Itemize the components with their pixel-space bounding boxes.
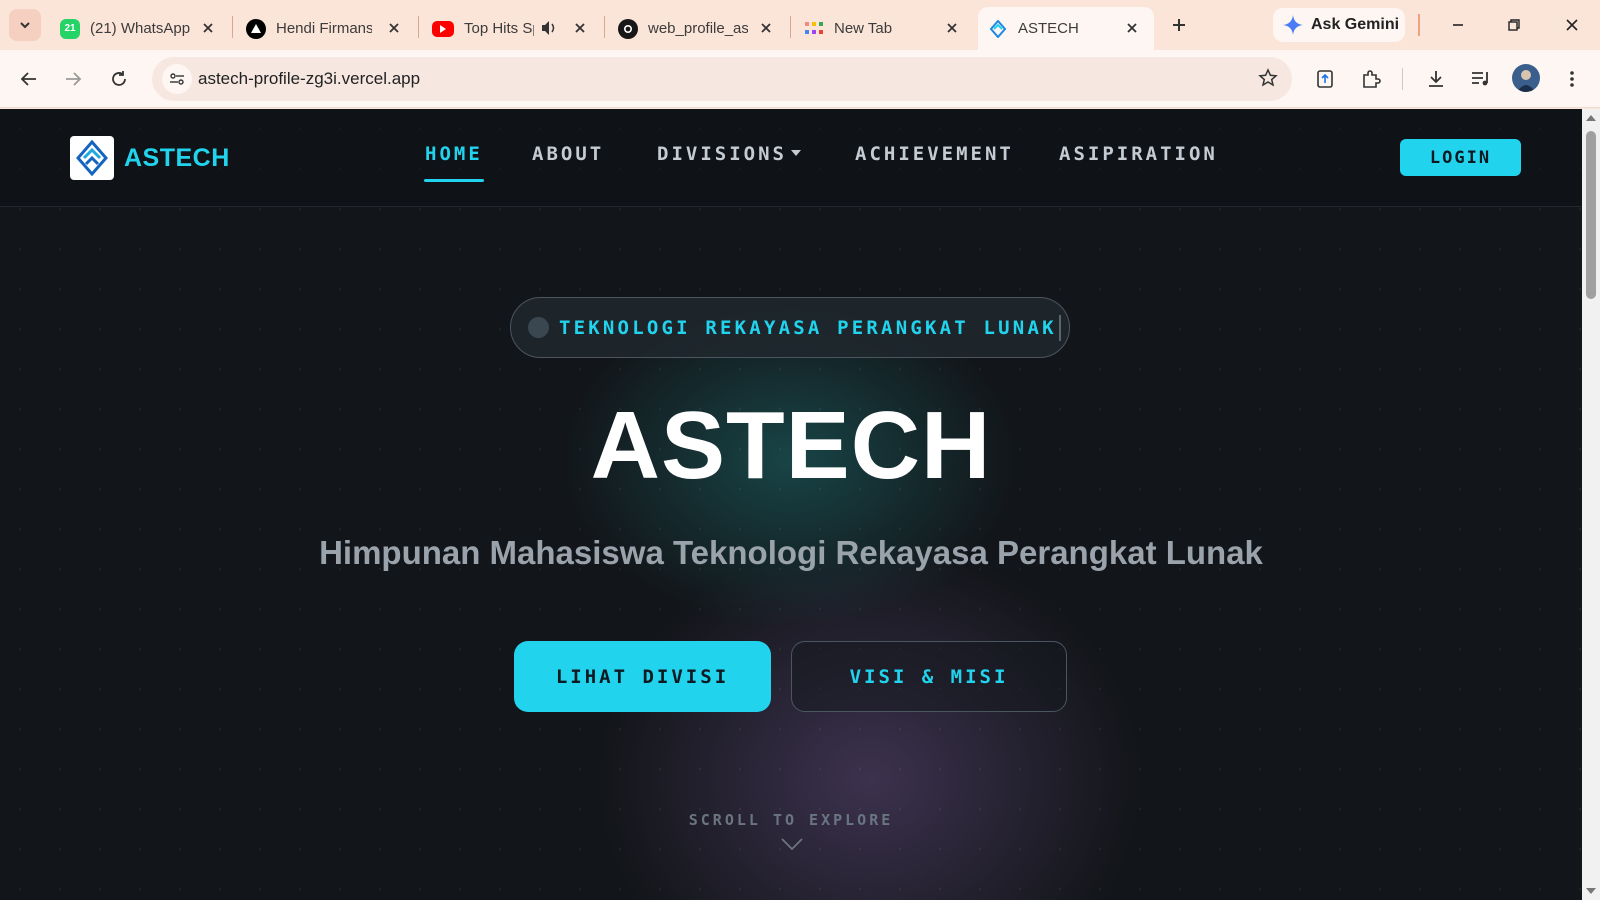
tab-share-button[interactable] [1309, 63, 1341, 95]
tab-title: Top Hits Spotify [464, 20, 534, 37]
url-text[interactable]: astech-profile-zg3i.vercel.app [198, 69, 420, 89]
more-vert-icon [1570, 71, 1574, 87]
puzzle-icon [1363, 70, 1381, 88]
browser-menu-button[interactable] [1556, 63, 1588, 95]
tab-new-tab[interactable]: New Tab [794, 7, 974, 50]
astech-logo [70, 136, 114, 180]
vercel-icon [246, 18, 266, 39]
close-icon[interactable] [570, 18, 590, 38]
tab-title: web_profile_astech [648, 20, 748, 37]
badge-dot [528, 317, 549, 338]
arrow-right-icon [66, 72, 82, 86]
speaker-icon[interactable] [540, 20, 558, 40]
tab-title: ASTECH [1018, 20, 1079, 37]
typing-cursor [1058, 314, 1061, 341]
close-window-button[interactable] [1554, 10, 1590, 40]
nav-aspiration[interactable]: ASIPIRATION [1059, 143, 1218, 165]
share-page-icon [1317, 70, 1333, 88]
nav-about[interactable]: ABOUT [532, 143, 604, 165]
gemini-sparkle-icon [1283, 15, 1303, 35]
tab-title: (21) WhatsApp [90, 20, 191, 37]
forward-button[interactable] [57, 63, 89, 95]
tab-title: New Tab [834, 20, 893, 37]
media-controls-button[interactable] [1465, 63, 1497, 95]
reload-button[interactable] [103, 63, 135, 95]
chevron-down-icon [20, 22, 30, 29]
hero-badge: TEKNOLOGI REKAYASA PERANGKAT LUNAK [510, 297, 1070, 358]
badge-text: TEKNOLOGI REKAYASA PERANGKAT LUNAK [559, 316, 1057, 339]
downloads-button[interactable] [1420, 63, 1452, 95]
nav-achievement[interactable]: ACHIEVEMENT [855, 143, 1014, 165]
reload-icon [112, 71, 126, 86]
download-icon [1429, 71, 1443, 87]
nav-home[interactable]: HOME [425, 143, 483, 165]
github-icon [618, 18, 638, 39]
vision-mission-button[interactable]: VISI & MISI [791, 641, 1067, 712]
tab-separator [232, 16, 233, 38]
tab-whatsapp[interactable]: 21 (21) WhatsApp [50, 7, 230, 50]
view-divisions-button[interactable]: LIHAT DIVISI [514, 641, 771, 712]
address-bar[interactable]: astech-profile-zg3i.vercel.app [152, 57, 1292, 101]
brand[interactable]: ASTECH [70, 136, 230, 180]
whatsapp-icon: 21 [60, 18, 80, 39]
toolbar-divider [1402, 68, 1403, 90]
tab-separator [418, 16, 419, 38]
close-icon[interactable] [942, 18, 962, 38]
arrow-left-icon [20, 72, 36, 86]
scrollbar-thumb[interactable] [1586, 131, 1596, 299]
tab-astech[interactable]: ASTECH [978, 7, 1154, 50]
new-tab-icon [804, 19, 824, 39]
brand-name: ASTECH [124, 143, 230, 172]
back-button[interactable] [13, 63, 45, 95]
chevron-down-icon[interactable] [780, 837, 804, 851]
nav-active-indicator [424, 179, 484, 182]
tab-search-button[interactable] [9, 9, 41, 41]
close-icon[interactable] [756, 18, 776, 38]
tab-title: Hendi Firmansyah [276, 20, 372, 37]
login-button[interactable]: LOGIN [1400, 139, 1521, 176]
tab-separator [790, 16, 791, 38]
plus-icon [1173, 19, 1185, 31]
bookmark-star-icon[interactable] [1258, 68, 1278, 93]
extensions-button[interactable] [1355, 63, 1387, 95]
close-icon [1566, 19, 1578, 31]
tab-top-hits[interactable]: Top Hits Spotify [422, 7, 602, 50]
new-tab-button[interactable] [1166, 12, 1192, 38]
ask-gemini-label: Ask Gemini [1311, 16, 1400, 33]
profile-avatar[interactable] [1512, 64, 1540, 92]
scroll-hint: SCROLL TO EXPLORE [688, 811, 894, 829]
astech-icon [988, 19, 1008, 39]
page-viewport: ASTECH HOME ABOUT DIVISIONS ACHIEVEMENT … [0, 109, 1582, 900]
tab-github[interactable]: web_profile_astech [608, 7, 788, 50]
close-icon[interactable] [1122, 18, 1142, 38]
scroll-up-arrow-icon[interactable] [1586, 115, 1596, 121]
ask-gemini-button[interactable]: Ask Gemini [1273, 8, 1405, 42]
close-icon[interactable] [198, 18, 218, 38]
tab-separator [604, 16, 605, 38]
tab-hendi-firmansyah[interactable]: Hendi Firmansyah [236, 7, 416, 50]
avatar-icon [1517, 70, 1535, 92]
close-icon[interactable] [384, 18, 404, 38]
hero-title: ASTECH [590, 392, 992, 499]
restore-button[interactable] [1496, 10, 1532, 40]
browser-tab-strip: 21 (21) WhatsApp Hendi Firmansyah Top Hi… [0, 0, 1600, 50]
media-queue-icon [1472, 72, 1488, 86]
minimize-icon [1453, 24, 1463, 26]
tune-icon [170, 73, 184, 85]
site-navbar: ASTECH HOME ABOUT DIVISIONS ACHIEVEMENT … [0, 109, 1582, 207]
restore-icon [1508, 19, 1520, 31]
nav-divisions-label: DIVISIONS [657, 143, 787, 165]
scroll-down-arrow-icon[interactable] [1586, 888, 1596, 894]
hero-subtitle: Himpunan Mahasiswa Teknologi Rekayasa Pe… [319, 534, 1263, 571]
site-info-button[interactable] [162, 64, 192, 94]
browser-toolbar: astech-profile-zg3i.vercel.app [0, 50, 1600, 108]
youtube-icon [432, 20, 454, 37]
nav-divisions[interactable]: DIVISIONS [657, 143, 801, 165]
caret-down-icon [790, 150, 801, 156]
page-scrollbar[interactable] [1582, 109, 1600, 900]
minimize-button[interactable] [1440, 10, 1476, 40]
toolbar-divider [1418, 14, 1420, 36]
